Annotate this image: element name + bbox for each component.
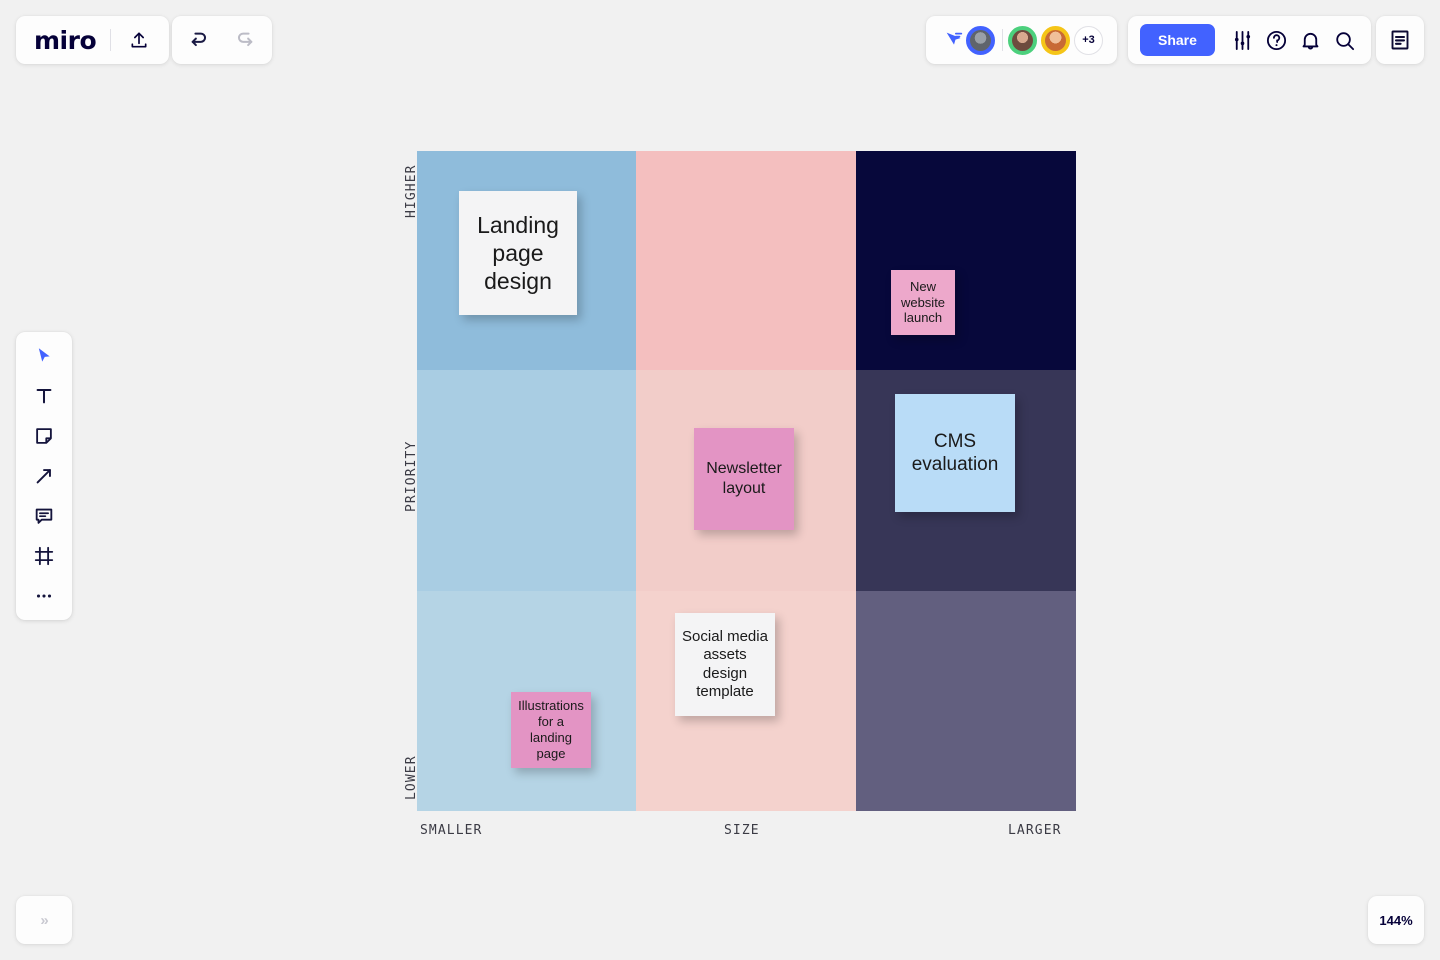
- sticky-landing-page-design[interactable]: Landing page design: [459, 191, 577, 315]
- sticky-note-text: Social media assets design template: [682, 627, 768, 700]
- help-circle-icon[interactable]: [1263, 26, 1291, 54]
- redo-icon[interactable]: [230, 26, 258, 54]
- notes-panel-icon[interactable]: [1386, 26, 1414, 54]
- notes-panel-button[interactable]: [1376, 16, 1424, 64]
- cell-high-larger[interactable]: [856, 151, 1076, 370]
- miro-logo[interactable]: miro: [34, 26, 97, 55]
- sticky-note-text: Illustrations for a landing page: [518, 698, 584, 761]
- miro-board-canvas[interactable]: miro +3 Share HIGHER PRIORITY LOWER SMAL…: [0, 0, 1440, 960]
- cell-low-larger[interactable]: [856, 591, 1076, 811]
- x-axis-title: SIZE: [724, 823, 760, 838]
- frame-icon[interactable]: [24, 542, 64, 570]
- x-axis-high-label: LARGER: [1008, 823, 1062, 838]
- cell-high-size[interactable]: [636, 151, 856, 370]
- logo-panel: miro: [16, 16, 170, 64]
- sliders-icon[interactable]: [1229, 26, 1257, 54]
- left-toolbar: [16, 332, 72, 620]
- divider: [110, 29, 112, 51]
- avatar[interactable]: [1041, 25, 1070, 55]
- share-button[interactable]: Share: [1140, 24, 1215, 56]
- divider: [1002, 29, 1003, 51]
- zoom-level-badge[interactable]: 144%: [1368, 896, 1424, 944]
- avatar[interactable]: [966, 25, 995, 55]
- arrow-icon[interactable]: [24, 462, 64, 490]
- collaborators-panel: +3: [926, 16, 1117, 64]
- follow-cursor-icon[interactable]: [940, 26, 968, 54]
- cursor-select-icon[interactable]: [24, 342, 64, 370]
- sticky-note-icon[interactable]: [24, 422, 64, 450]
- upload-icon[interactable]: [125, 26, 153, 54]
- search-icon[interactable]: [1331, 26, 1359, 54]
- x-axis-low-label: SMALLER: [420, 823, 483, 838]
- undo-redo-panel: [172, 16, 272, 64]
- sticky-note-text: Landing page design: [477, 211, 559, 295]
- sticky-illustrations-landing-page[interactable]: Illustrations for a landing page: [511, 692, 591, 768]
- expand-panel-button[interactable]: »: [16, 896, 72, 944]
- sticky-new-website-launch[interactable]: New website launch: [891, 270, 955, 335]
- undo-icon[interactable]: [186, 26, 214, 54]
- avatar-group[interactable]: +3: [966, 25, 1103, 55]
- sticky-note-text: New website launch: [900, 278, 946, 326]
- avatar[interactable]: [1008, 25, 1037, 55]
- actions-panel: Share: [1128, 16, 1371, 64]
- more-icon[interactable]: [24, 582, 64, 610]
- bell-icon[interactable]: [1297, 26, 1325, 54]
- sticky-cms-evaluation[interactable]: CMS evaluation: [895, 394, 1015, 512]
- sticky-newsletter-layout[interactable]: Newsletter layout: [694, 428, 794, 530]
- text-icon[interactable]: [24, 382, 64, 410]
- sticky-social-media-assets[interactable]: Social media assets design template: [675, 613, 775, 716]
- overflow-collaborators-badge[interactable]: +3: [1074, 25, 1103, 55]
- sticky-note-text: CMS evaluation: [911, 430, 999, 475]
- sticky-note-text: Newsletter layout: [706, 460, 782, 497]
- comment-icon[interactable]: [24, 502, 64, 530]
- cell-mid-smaller[interactable]: [417, 370, 636, 591]
